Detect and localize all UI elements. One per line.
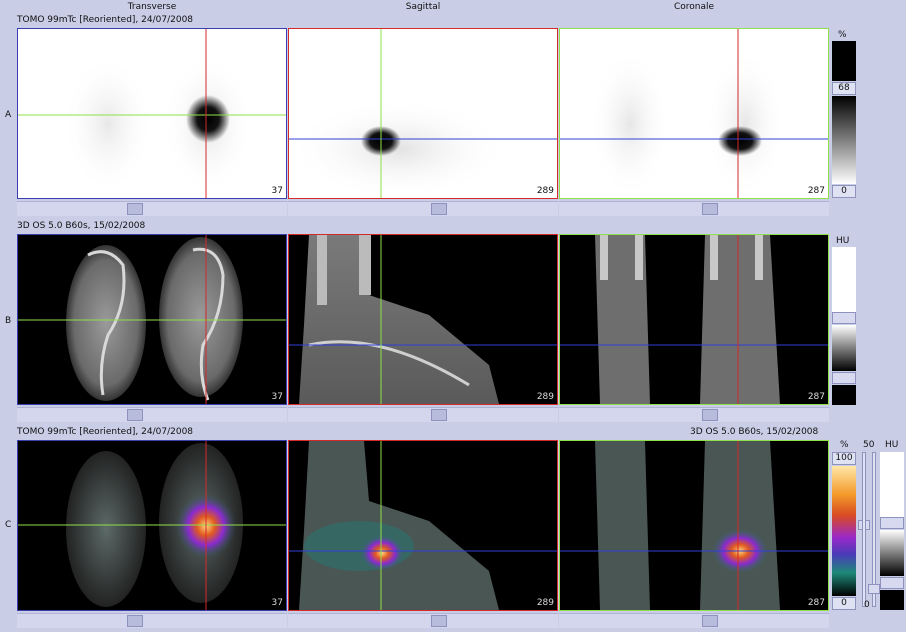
- ct-sagittal-view[interactable]: 289: [288, 234, 558, 405]
- column-title-transverse: Transverse: [127, 2, 177, 12]
- slice-number: 287: [807, 392, 825, 402]
- row-a-series-label: TOMO 99mTc [Reoriented], 24/07/2008: [17, 15, 194, 25]
- column-title-sagittal: Sagittal: [405, 2, 441, 12]
- slider-thumb[interactable]: [702, 409, 718, 421]
- coronal-slice-slider-c[interactable]: [559, 613, 829, 628]
- slider-thumb[interactable]: [127, 409, 143, 421]
- spect-sagittal-image: [289, 29, 557, 198]
- ct-sagittal-image: [289, 235, 557, 404]
- slice-number: 287: [807, 598, 825, 608]
- ct-transverse-view[interactable]: 37: [17, 234, 287, 405]
- scale-c-hu-lower-handle[interactable]: [880, 577, 904, 589]
- scale-a-unit: %: [838, 30, 847, 40]
- scale-c-hu-unit: HU: [885, 440, 899, 450]
- spect-transverse-view[interactable]: 37: [17, 28, 287, 199]
- row-letter-a: A: [5, 110, 12, 120]
- scale-a-gradient: [832, 96, 856, 184]
- slice-number: 37: [271, 598, 283, 608]
- spect-coronal-view[interactable]: 287: [559, 28, 829, 199]
- transverse-slice-slider-a[interactable]: [17, 201, 287, 216]
- fusion-coronal-image: [560, 441, 828, 610]
- row-letter-c: C: [5, 520, 12, 530]
- row-letter-b: B: [5, 316, 12, 326]
- transverse-slice-slider-b[interactable]: [17, 407, 287, 422]
- slice-number: 37: [271, 392, 283, 402]
- slice-number: 289: [536, 598, 554, 608]
- scale-a-bar-top: [832, 41, 856, 81]
- scale-a-min[interactable]: 0: [832, 185, 856, 198]
- scale-b-gradient: [832, 325, 856, 371]
- scale-c-pct-gradient: [832, 466, 856, 596]
- coronal-slice-slider-b[interactable]: [559, 407, 829, 422]
- slider-thumb[interactable]: [127, 615, 143, 627]
- scale-c-hu-upper-handle[interactable]: [880, 517, 904, 529]
- scale-c-pct-min[interactable]: 0: [832, 597, 856, 610]
- scale-b-upper-handle[interactable]: [832, 312, 856, 324]
- sagittal-slice-slider-c[interactable]: [288, 613, 558, 628]
- ct-coronal-view[interactable]: 287: [559, 234, 829, 405]
- slider-thumb[interactable]: [431, 615, 447, 627]
- fusion-transverse-view[interactable]: 37: [17, 440, 287, 611]
- scale-c-hu-bottom-value: 0: [864, 600, 870, 610]
- slider-thumb[interactable]: [127, 203, 143, 215]
- scale-c-hu-top-value: 50: [863, 440, 875, 450]
- ct-transverse-image: [18, 235, 286, 404]
- sagittal-slice-slider-b[interactable]: [288, 407, 558, 422]
- row-c-series-label-left: TOMO 99mTc [Reoriented], 24/07/2008: [17, 427, 194, 437]
- slider-thumb[interactable]: [431, 409, 447, 421]
- slice-number: 287: [807, 186, 825, 196]
- spect-coronal-image: [560, 29, 828, 198]
- fusion-coronal-view[interactable]: 287: [559, 440, 829, 611]
- ct-coronal-image: [560, 235, 828, 404]
- slice-number: 289: [536, 392, 554, 402]
- slider-thumb[interactable]: [431, 203, 447, 215]
- scale-b-lower-handle[interactable]: [832, 372, 856, 384]
- scale-c-pct-max[interactable]: 100: [832, 452, 856, 465]
- window-slider-thumb[interactable]: [868, 584, 880, 594]
- fusion-sagittal-image: [289, 441, 557, 610]
- scale-a-max[interactable]: 68: [832, 82, 856, 95]
- row-b-series-label: 3D OS 5.0 B60s, 15/02/2008: [17, 221, 146, 231]
- opacity-slider-track[interactable]: [862, 452, 866, 607]
- row-c-series-label-right: 3D OS 5.0 B60s, 15/02/2008: [690, 427, 819, 437]
- scale-c-hu-white: [880, 452, 904, 517]
- scale-c-hu-black: [880, 590, 904, 610]
- fusion-sagittal-view[interactable]: 289: [288, 440, 558, 611]
- slice-number: 37: [271, 186, 283, 196]
- scale-b-white: [832, 247, 856, 312]
- spect-sagittal-view[interactable]: 289: [288, 28, 558, 199]
- fusion-transverse-image: [18, 441, 286, 610]
- scale-c-pct-unit: %: [840, 440, 849, 450]
- spect-transverse-image: [18, 29, 286, 198]
- slider-thumb[interactable]: [702, 203, 718, 215]
- scale-b-unit: HU: [836, 236, 850, 246]
- sagittal-slice-slider-a[interactable]: [288, 201, 558, 216]
- slice-number: 289: [536, 186, 554, 196]
- column-title-coronal: Coronale: [673, 2, 715, 12]
- transverse-slice-slider-c[interactable]: [17, 613, 287, 628]
- coronal-slice-slider-a[interactable]: [559, 201, 829, 216]
- scale-c-hu-gradient: [880, 530, 904, 576]
- slider-thumb[interactable]: [702, 615, 718, 627]
- scale-b-black: [832, 385, 856, 405]
